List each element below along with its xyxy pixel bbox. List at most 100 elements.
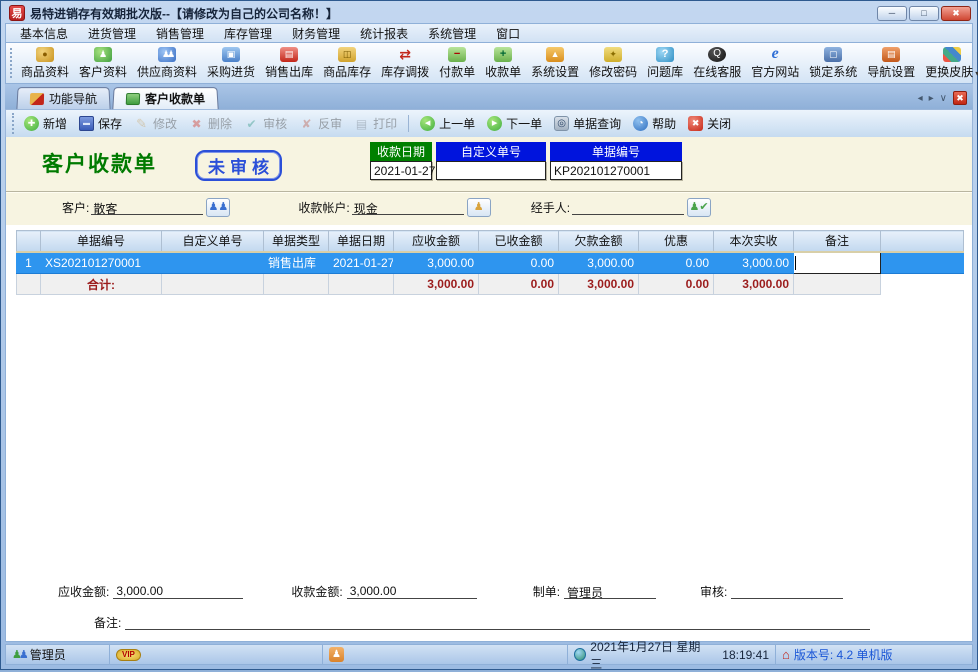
print-button[interactable]: 打印 — [348, 112, 403, 135]
toolbar-item-goods[interactable]: 商品资料 — [16, 46, 74, 81]
toolbar-item-suppliers[interactable]: 供应商资料 — [132, 46, 202, 81]
next-doc-button[interactable]: 下一单 — [481, 112, 548, 135]
column-header[interactable]: 已收金额 — [479, 231, 559, 252]
help-button[interactable]: 帮助 — [627, 112, 682, 135]
toolbar-item-question-bank[interactable]: 问题库 — [642, 46, 688, 81]
arrow-right-icon — [487, 116, 502, 131]
tab-function-nav[interactable]: 功能导航 — [16, 87, 110, 109]
customer-field[interactable]: 散客 — [91, 200, 203, 215]
footer-receivable-value[interactable]: 3,000.00 — [113, 584, 243, 599]
prev-tab-icon[interactable]: ◂ — [918, 93, 923, 104]
toolbar-item-website[interactable]: 官方网站 — [746, 46, 804, 81]
receipt-date-box: 收款日期 2021-01-27 — [370, 142, 432, 180]
toolbar-item-transfer[interactable]: 库存调拨 — [376, 46, 434, 81]
tab-customer-receipt[interactable]: 客户收款单 — [112, 87, 218, 109]
doc-no-input[interactable]: KP202101270001 — [550, 161, 682, 180]
toolbar-item-purchase[interactable]: 采购进货 — [202, 46, 260, 81]
toolbar-item-lock[interactable]: 锁定系统 — [804, 46, 862, 81]
doc-date-cell[interactable]: 2021-01-27 — [329, 252, 394, 274]
delete-x-icon — [189, 116, 204, 131]
menu-reports[interactable]: 统计报表 — [350, 23, 418, 44]
toolbar-item-label: 官方网站 — [751, 63, 799, 80]
footer-received-value[interactable]: 3,000.00 — [347, 584, 477, 599]
check-icon — [244, 116, 259, 131]
unaudit-button[interactable]: 反审 — [293, 112, 348, 135]
add-icon — [24, 116, 39, 131]
toolbar-item-settings[interactable]: 系统设置 — [526, 46, 584, 81]
footer-receivable-label: 应收金额: — [58, 583, 109, 600]
menu-inventory[interactable]: 库存管理 — [214, 23, 282, 44]
handler-label: 经手人: — [531, 199, 570, 216]
doc-query-button[interactable]: 单据查询 — [548, 112, 627, 135]
toolbar-item-password[interactable]: 修改密码 — [584, 46, 642, 81]
window-controls: ─ □ ✖ — [877, 6, 971, 21]
column-header[interactable]: 单据编号 — [41, 231, 162, 252]
person-check-icon: ♟✔ — [689, 202, 708, 213]
toolbar-item-nav-settings[interactable]: 导航设置 — [862, 46, 920, 81]
close-button[interactable]: ✖ — [941, 6, 971, 21]
menu-purchase[interactable]: 进货管理 — [78, 23, 146, 44]
account-picker-button[interactable]: ♟ — [467, 198, 491, 217]
menu-window[interactable]: 窗口 — [486, 23, 530, 44]
status-date: 2021年1月27日 星期三 — [590, 638, 704, 672]
remark-edit-cell[interactable] — [794, 252, 881, 274]
toolbar-grip — [10, 48, 12, 78]
customer-icon — [94, 47, 112, 62]
toolbar-item-payment[interactable]: 付款单 — [434, 46, 480, 81]
help-icon — [633, 116, 648, 131]
next-tab-icon[interactable]: ▸ — [929, 93, 934, 104]
close-tab-icon[interactable]: ✖ — [953, 91, 967, 105]
current-user: 管理员 — [30, 646, 66, 663]
doc-type-cell[interactable]: 销售出库 — [264, 252, 329, 274]
tab-list-icon[interactable]: ∨ — [940, 93, 947, 104]
toolbar-item-sales-out[interactable]: 销售出库 — [260, 46, 318, 81]
handler-picker-button[interactable]: ♟✔ — [687, 198, 711, 217]
doc-no-cell[interactable]: XS202101270001 — [41, 252, 162, 274]
column-header[interactable]: 本次实收 — [714, 231, 794, 252]
receivable-cell[interactable]: 3,000.00 — [394, 252, 479, 274]
menu-system[interactable]: 系统管理 — [418, 23, 486, 44]
toolbar-item-customers[interactable]: 客户资料 — [74, 46, 132, 81]
minimize-button[interactable]: ─ — [877, 6, 907, 21]
footer-remark-value[interactable] — [125, 615, 870, 630]
close-doc-button[interactable]: 关闭 — [682, 112, 737, 135]
owed-cell[interactable]: 3,000.00 — [559, 252, 639, 274]
person-icon: ♟ — [329, 647, 344, 662]
column-header[interactable]: 欠款金额 — [559, 231, 639, 252]
custom-no-cell[interactable] — [162, 252, 264, 274]
status-datetime-segment: 2021年1月27日 星期三 18:19:41 — [568, 645, 776, 664]
receipt-date-input[interactable]: 2021-01-27 — [370, 161, 432, 180]
vip-badge-icon: VIP — [116, 649, 141, 661]
delete-button[interactable]: 删除 — [183, 112, 238, 135]
column-header[interactable]: 单据类型 — [264, 231, 329, 252]
column-header[interactable]: 应收金额 — [394, 231, 479, 252]
customer-picker-button[interactable]: ♟♟ — [206, 198, 230, 217]
edit-button[interactable]: 修改 — [128, 112, 183, 135]
save-button[interactable]: 保存 — [73, 112, 128, 135]
custom-doc-no-input[interactable] — [436, 161, 546, 180]
new-button[interactable]: 新增 — [18, 112, 73, 135]
toolbar-item-skin[interactable]: 更换皮肤▾ — [920, 46, 978, 81]
table-row[interactable]: 1 XS202101270001 销售出库 2021-01-27 3,000.0… — [17, 252, 964, 274]
menu-finance[interactable]: 财务管理 — [282, 23, 350, 44]
received-cell[interactable]: 0.00 — [479, 252, 559, 274]
previous-doc-button[interactable]: 上一单 — [414, 112, 481, 135]
audit-button[interactable]: 审核 — [238, 112, 293, 135]
menu-sales[interactable]: 销售管理 — [146, 23, 214, 44]
total-received-cell: 0.00 — [479, 274, 559, 295]
actual-received-cell[interactable]: 3,000.00 — [714, 252, 794, 274]
column-header[interactable]: 备注 — [794, 231, 881, 252]
toolbar-item-online-service[interactable]: 在线客服 — [688, 46, 746, 81]
column-header[interactable]: 单据日期 — [329, 231, 394, 252]
toolbar-item-stock[interactable]: 商品库存 — [318, 46, 376, 81]
toolbar-item-label: 商品资料 — [21, 63, 69, 80]
column-header[interactable]: 自定义单号 — [162, 231, 264, 252]
toolbar-item-receipt[interactable]: 收款单 — [480, 46, 526, 81]
footer-auditor-value — [731, 584, 843, 599]
menu-basic-info[interactable]: 基本信息 — [10, 23, 78, 44]
discount-cell[interactable]: 0.00 — [639, 252, 714, 274]
account-field[interactable]: 现金 — [352, 200, 464, 215]
column-header[interactable]: 优惠 — [639, 231, 714, 252]
handler-field[interactable] — [572, 200, 684, 215]
maximize-button[interactable]: □ — [909, 6, 939, 21]
